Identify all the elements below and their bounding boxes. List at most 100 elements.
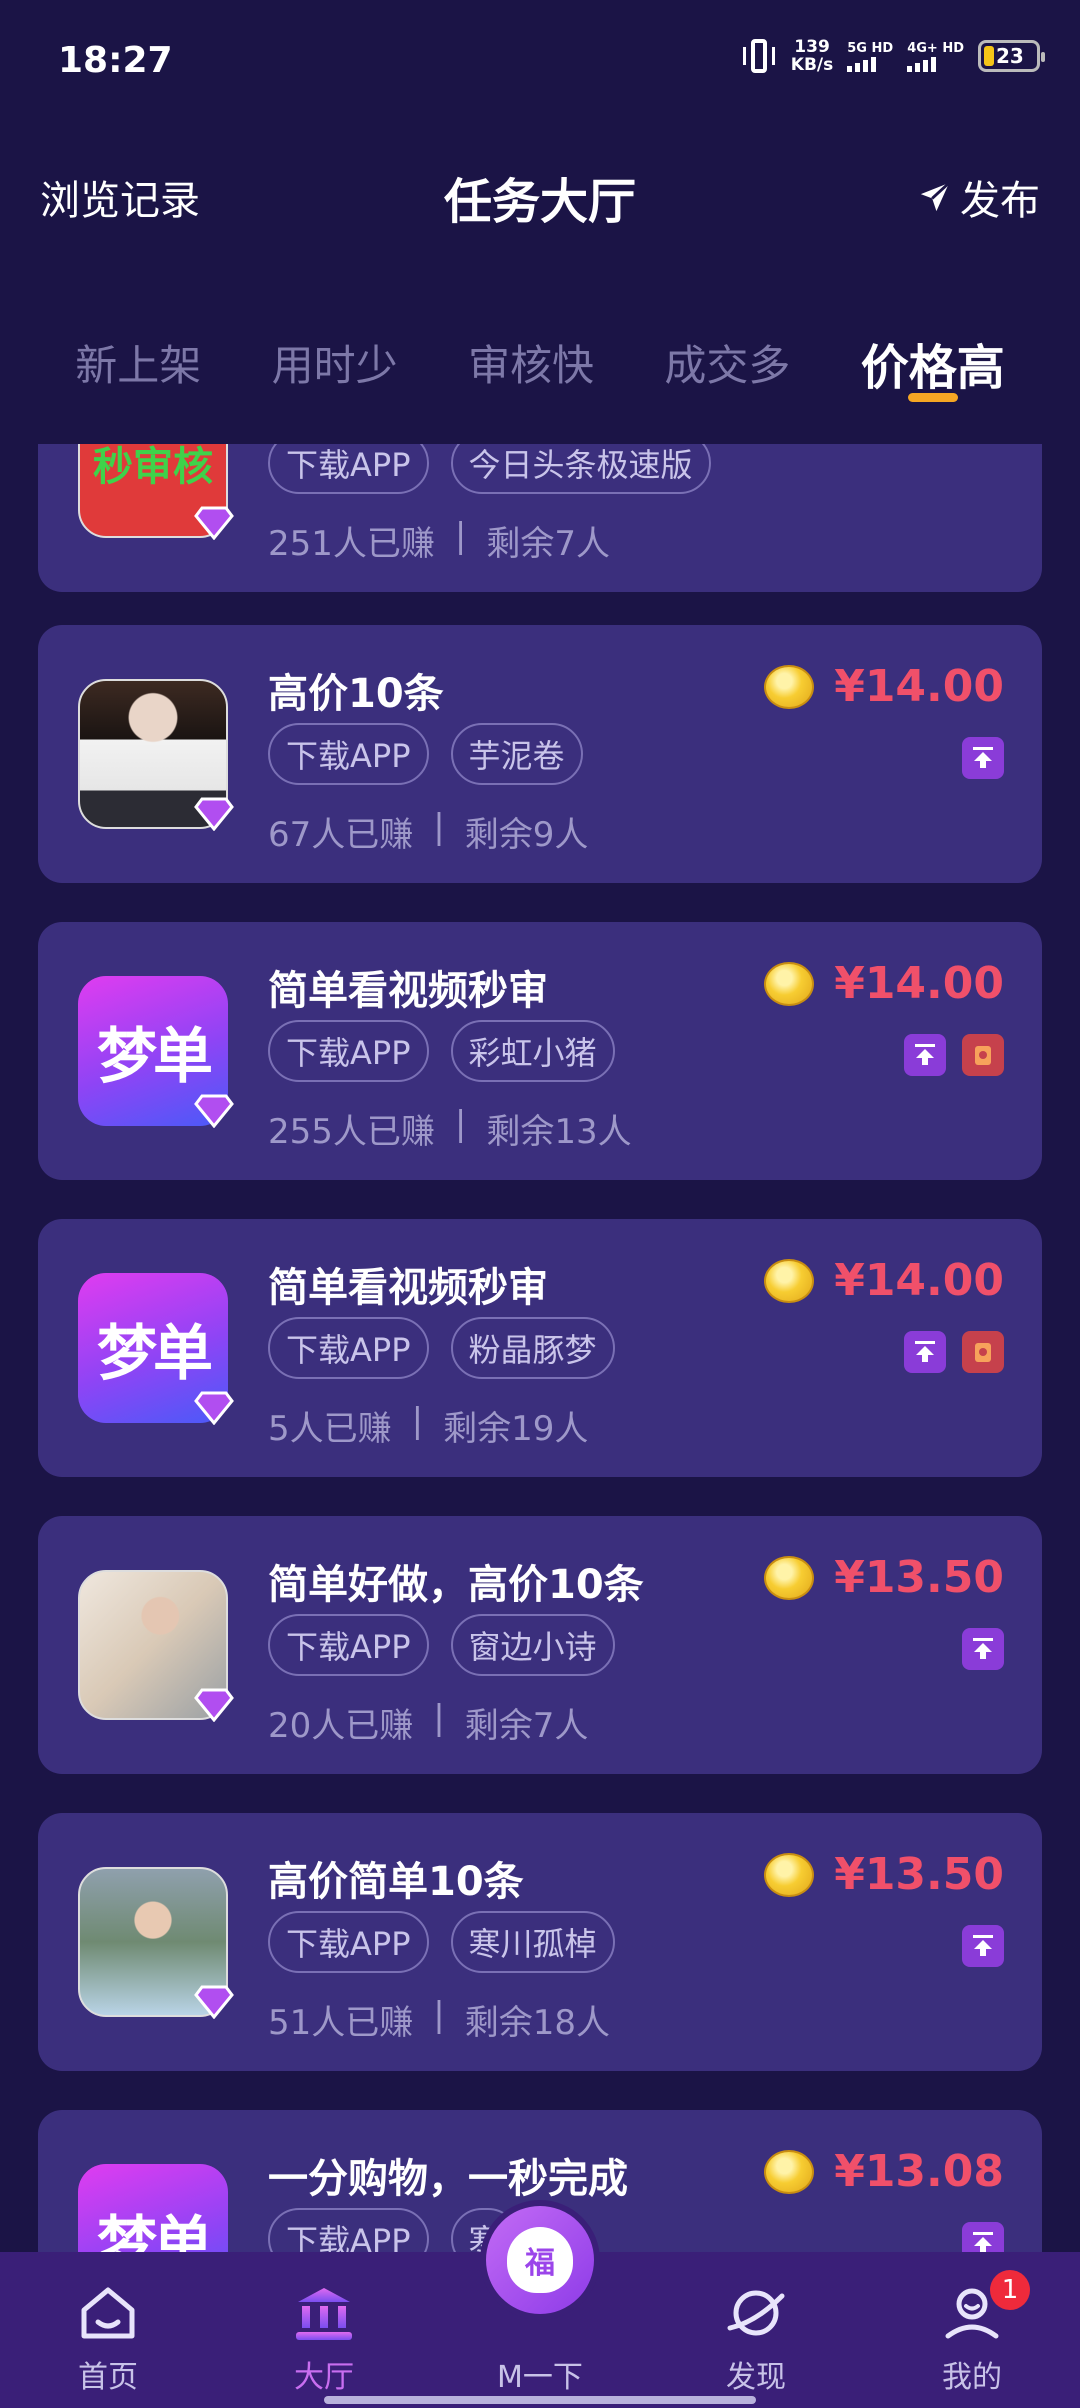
task-stats: 255人已赚 | 剩余13人 xyxy=(268,1104,632,1153)
pin-top-icon xyxy=(904,1331,946,1373)
earned-count: 20人已赚 xyxy=(268,1706,414,1746)
notification-badge: 1 xyxy=(990,2270,1030,2310)
tab-fast-review[interactable]: 审核快 xyxy=(468,318,594,438)
tag-app: 窗边小诗 xyxy=(450,1614,615,1676)
task-reward: ¥14.00 xyxy=(764,1255,1004,1306)
task-badges xyxy=(904,1331,1004,1373)
pin-top-icon xyxy=(962,2222,1004,2252)
earned-count: 67人已赚 xyxy=(268,815,414,855)
task-title: 简单好做，高价10条 xyxy=(268,1562,644,1608)
tag-type: 下载APP xyxy=(268,444,429,494)
task-badges xyxy=(904,1034,1004,1076)
tag-app: 粉晶豚梦 xyxy=(450,1317,615,1379)
tag-app: 彩虹小猪 xyxy=(450,1020,615,1082)
red-packet-icon xyxy=(962,1331,1004,1373)
task-title: 简单看视频秒审 xyxy=(268,968,548,1014)
task-badges xyxy=(962,1628,1004,1670)
battery-level: 23 xyxy=(996,44,1024,68)
task-tags: 下载APP 芋泥卷 xyxy=(268,723,583,785)
task-badges xyxy=(962,1925,1004,1967)
diamond-icon xyxy=(194,506,234,540)
home-indicator[interactable] xyxy=(324,2396,756,2404)
task-tags: 下载APP 粉晶豚梦 xyxy=(268,1317,615,1379)
network-speed-value: 139 xyxy=(794,37,830,57)
tag-app: 今日头条极速版 xyxy=(450,444,711,494)
tag-type: 下载APP xyxy=(268,1317,429,1379)
earned-count: 251人已赚 xyxy=(268,524,435,564)
remaining-count: 剩余19人 xyxy=(443,1409,589,1449)
task-stats: 251人已赚 | 剩余7人 xyxy=(268,516,610,565)
earned-count: 255人已赚 xyxy=(268,1112,435,1152)
status-bar: 18:27 139 KB/s 5G HD 4G+ HD 23 xyxy=(0,0,1080,128)
lucky-bag-button[interactable]: 福 xyxy=(480,2200,600,2320)
task-card[interactable]: 高价简单10条 下载APP 寒川孤棹 51人已赚 | 剩余18人 ¥13.50 xyxy=(38,1813,1042,2071)
coin-icon xyxy=(764,1852,815,1897)
hall-icon xyxy=(296,2288,352,2340)
task-price: ¥14.00 xyxy=(834,1255,1004,1306)
tab-high-price[interactable]: 价格高 xyxy=(861,318,1005,438)
pin-top-icon xyxy=(962,1925,1004,1967)
nav-discover[interactable]: 发现 xyxy=(648,2252,864,2408)
network-speed-unit: KB/s xyxy=(790,55,834,75)
tab-most-deals[interactable]: 成交多 xyxy=(664,318,790,438)
nav-mine[interactable]: 我的 1 xyxy=(864,2252,1080,2408)
status-icons: 139 KB/s 5G HD 4G+ HD 23 xyxy=(741,38,1045,74)
nav-home[interactable]: 首页 xyxy=(0,2252,216,2408)
status-time: 18:27 xyxy=(58,40,173,81)
task-reward: ¥14.00 xyxy=(764,661,1004,712)
stats-separator: | xyxy=(433,1995,445,2035)
sim1-label: 5G HD xyxy=(847,40,894,56)
vibrate-icon xyxy=(741,39,777,73)
header: 浏览记录 任务大厅 发布 xyxy=(0,128,1080,258)
nav-discover-label: 发现 xyxy=(726,2360,786,2395)
tag-type: 下载APP xyxy=(268,2208,429,2252)
coin-icon xyxy=(764,1555,815,1600)
nav-hall[interactable]: 大厅 xyxy=(216,2252,432,2408)
thumb-text: 梦单 xyxy=(97,1021,213,1092)
coin-icon xyxy=(764,664,815,709)
thumb-text: 秒审核 xyxy=(93,444,213,490)
task-card[interactable]: 秒审核 下载APP 今日头条极速版 251人已赚 | 剩余7人 xyxy=(38,444,1042,592)
battery-icon: 23 xyxy=(978,40,1045,72)
task-title: 高价简单10条 xyxy=(268,1859,524,1905)
task-card[interactable]: 梦单 简单看视频秒审 下载APP 粉晶豚梦 5人已赚 | 剩余19人 ¥14.0… xyxy=(38,1219,1042,1477)
stats-separator: | xyxy=(433,807,445,847)
task-title: 一分购物，一秒完成 xyxy=(268,2156,628,2202)
remaining-count: 剩余18人 xyxy=(464,2003,610,2043)
task-card[interactable]: 高价10条 下载APP 芋泥卷 67人已赚 | 剩余9人 ¥14.00 xyxy=(38,625,1042,883)
task-tags: 下载APP 窗边小诗 xyxy=(268,1614,615,1676)
task-reward: ¥13.50 xyxy=(764,1849,1004,1900)
tag-app: 芋泥卷 xyxy=(450,723,583,785)
remaining-count: 剩余9人 xyxy=(464,815,589,855)
send-icon xyxy=(920,181,951,212)
publish-button[interactable]: 发布 xyxy=(918,168,1040,226)
diamond-icon xyxy=(194,1688,234,1722)
stats-separator: | xyxy=(454,1104,467,1144)
task-card[interactable]: 简单好做，高价10条 下载APP 窗边小诗 20人已赚 | 剩余7人 ¥13.5… xyxy=(38,1516,1042,1774)
nav-center-label: M一下 xyxy=(497,2360,583,2395)
task-price: ¥14.00 xyxy=(834,661,1004,712)
task-stats: 5人已赚 | 剩余19人 xyxy=(268,1401,588,1450)
nav-center[interactable]: 福 M一下 xyxy=(432,2200,648,2408)
task-list[interactable]: 秒审核 下载APP 今日头条极速版 251人已赚 | 剩余7人 高价10条 下载… xyxy=(0,444,1080,2252)
tag-app: 寒川孤棹 xyxy=(450,1911,615,1973)
nav-mine-label: 我的 xyxy=(942,2360,1002,2395)
task-price: ¥13.08 xyxy=(834,2146,1004,2197)
task-reward: ¥13.50 xyxy=(764,1552,1004,1603)
network-speed: 139 KB/s xyxy=(791,38,833,74)
task-card[interactable]: 梦单 简单看视频秒审 下载APP 彩虹小猪 255人已赚 | 剩余13人 ¥14… xyxy=(38,922,1042,1180)
pin-top-icon xyxy=(962,1628,1004,1670)
signal-bars-icon xyxy=(847,56,877,72)
tab-new[interactable]: 新上架 xyxy=(75,318,201,438)
coin-icon xyxy=(764,1258,815,1303)
thumb-text: 梦单 xyxy=(97,1318,213,1389)
tab-less-time[interactable]: 用时少 xyxy=(272,318,398,438)
nav-hall-label: 大厅 xyxy=(294,2360,354,2395)
diamond-icon xyxy=(194,1094,234,1128)
task-stats: 51人已赚 | 剩余18人 xyxy=(268,1995,610,2044)
signal-sim2: 4G+ HD xyxy=(907,41,964,72)
task-price: ¥14.00 xyxy=(834,958,1004,1009)
task-thumbnail: 梦单 xyxy=(78,2164,228,2252)
tag-type: 下载APP xyxy=(268,723,429,785)
diamond-icon xyxy=(194,1985,234,2019)
